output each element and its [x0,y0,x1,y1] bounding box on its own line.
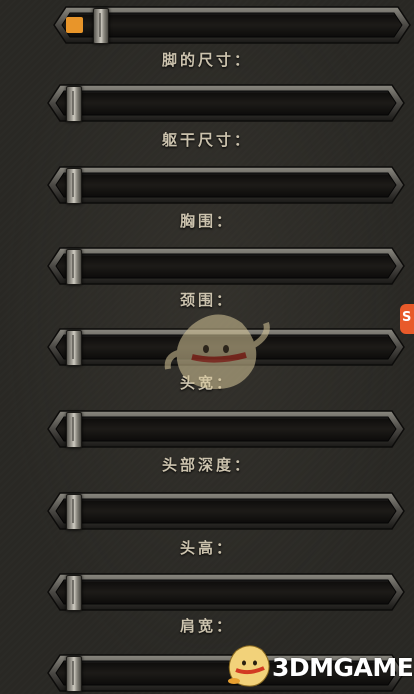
label-foot-size: 脚的尺寸： [161,51,252,69]
slider-handle[interactable] [66,656,82,692]
label-torso-size: 躯干尺寸： [161,131,252,149]
slider-foot-size[interactable] [46,82,406,124]
slider-handle[interactable] [66,494,82,530]
label-head-height: 头高： [179,539,234,557]
slider-track [47,328,405,366]
logo-text: 3DMGAME [272,653,414,682]
slider-fill [66,17,84,33]
slider-handle[interactable] [66,330,82,366]
slider-head-width[interactable] [46,408,406,450]
side-badge[interactable]: S [400,304,414,334]
slider-head-depth[interactable] [46,490,406,532]
slider-torso-size[interactable] [46,164,406,206]
side-badge-text: S [402,310,412,325]
slider-track [47,492,405,530]
slider-handle[interactable] [66,575,82,611]
slider-track [47,573,405,611]
slider-handle[interactable] [66,86,82,122]
slider-handle[interactable] [66,249,82,285]
slider-head-height[interactable] [46,571,406,613]
slider-chest[interactable] [46,245,406,287]
label-chest: 胸围： [179,212,234,230]
slider-handle[interactable] [93,8,110,44]
slider-track [47,84,405,122]
mascot-icon [228,645,270,687]
slider-handle[interactable] [66,168,82,204]
slider-track [47,247,405,285]
label-head-depth: 头部深度： [161,456,252,474]
slider-track [47,410,405,448]
label-neck: 颈围： [179,291,234,309]
3dmgame-logo: 3DMGAME [224,641,414,689]
label-shoulder-width: 肩宽： [179,617,234,635]
label-head-width: 头宽： [179,374,234,392]
slider-handle[interactable] [66,412,82,448]
slider-track [47,166,405,204]
slider-neck[interactable] [46,326,406,368]
slider-top-partial[interactable] [52,4,412,46]
